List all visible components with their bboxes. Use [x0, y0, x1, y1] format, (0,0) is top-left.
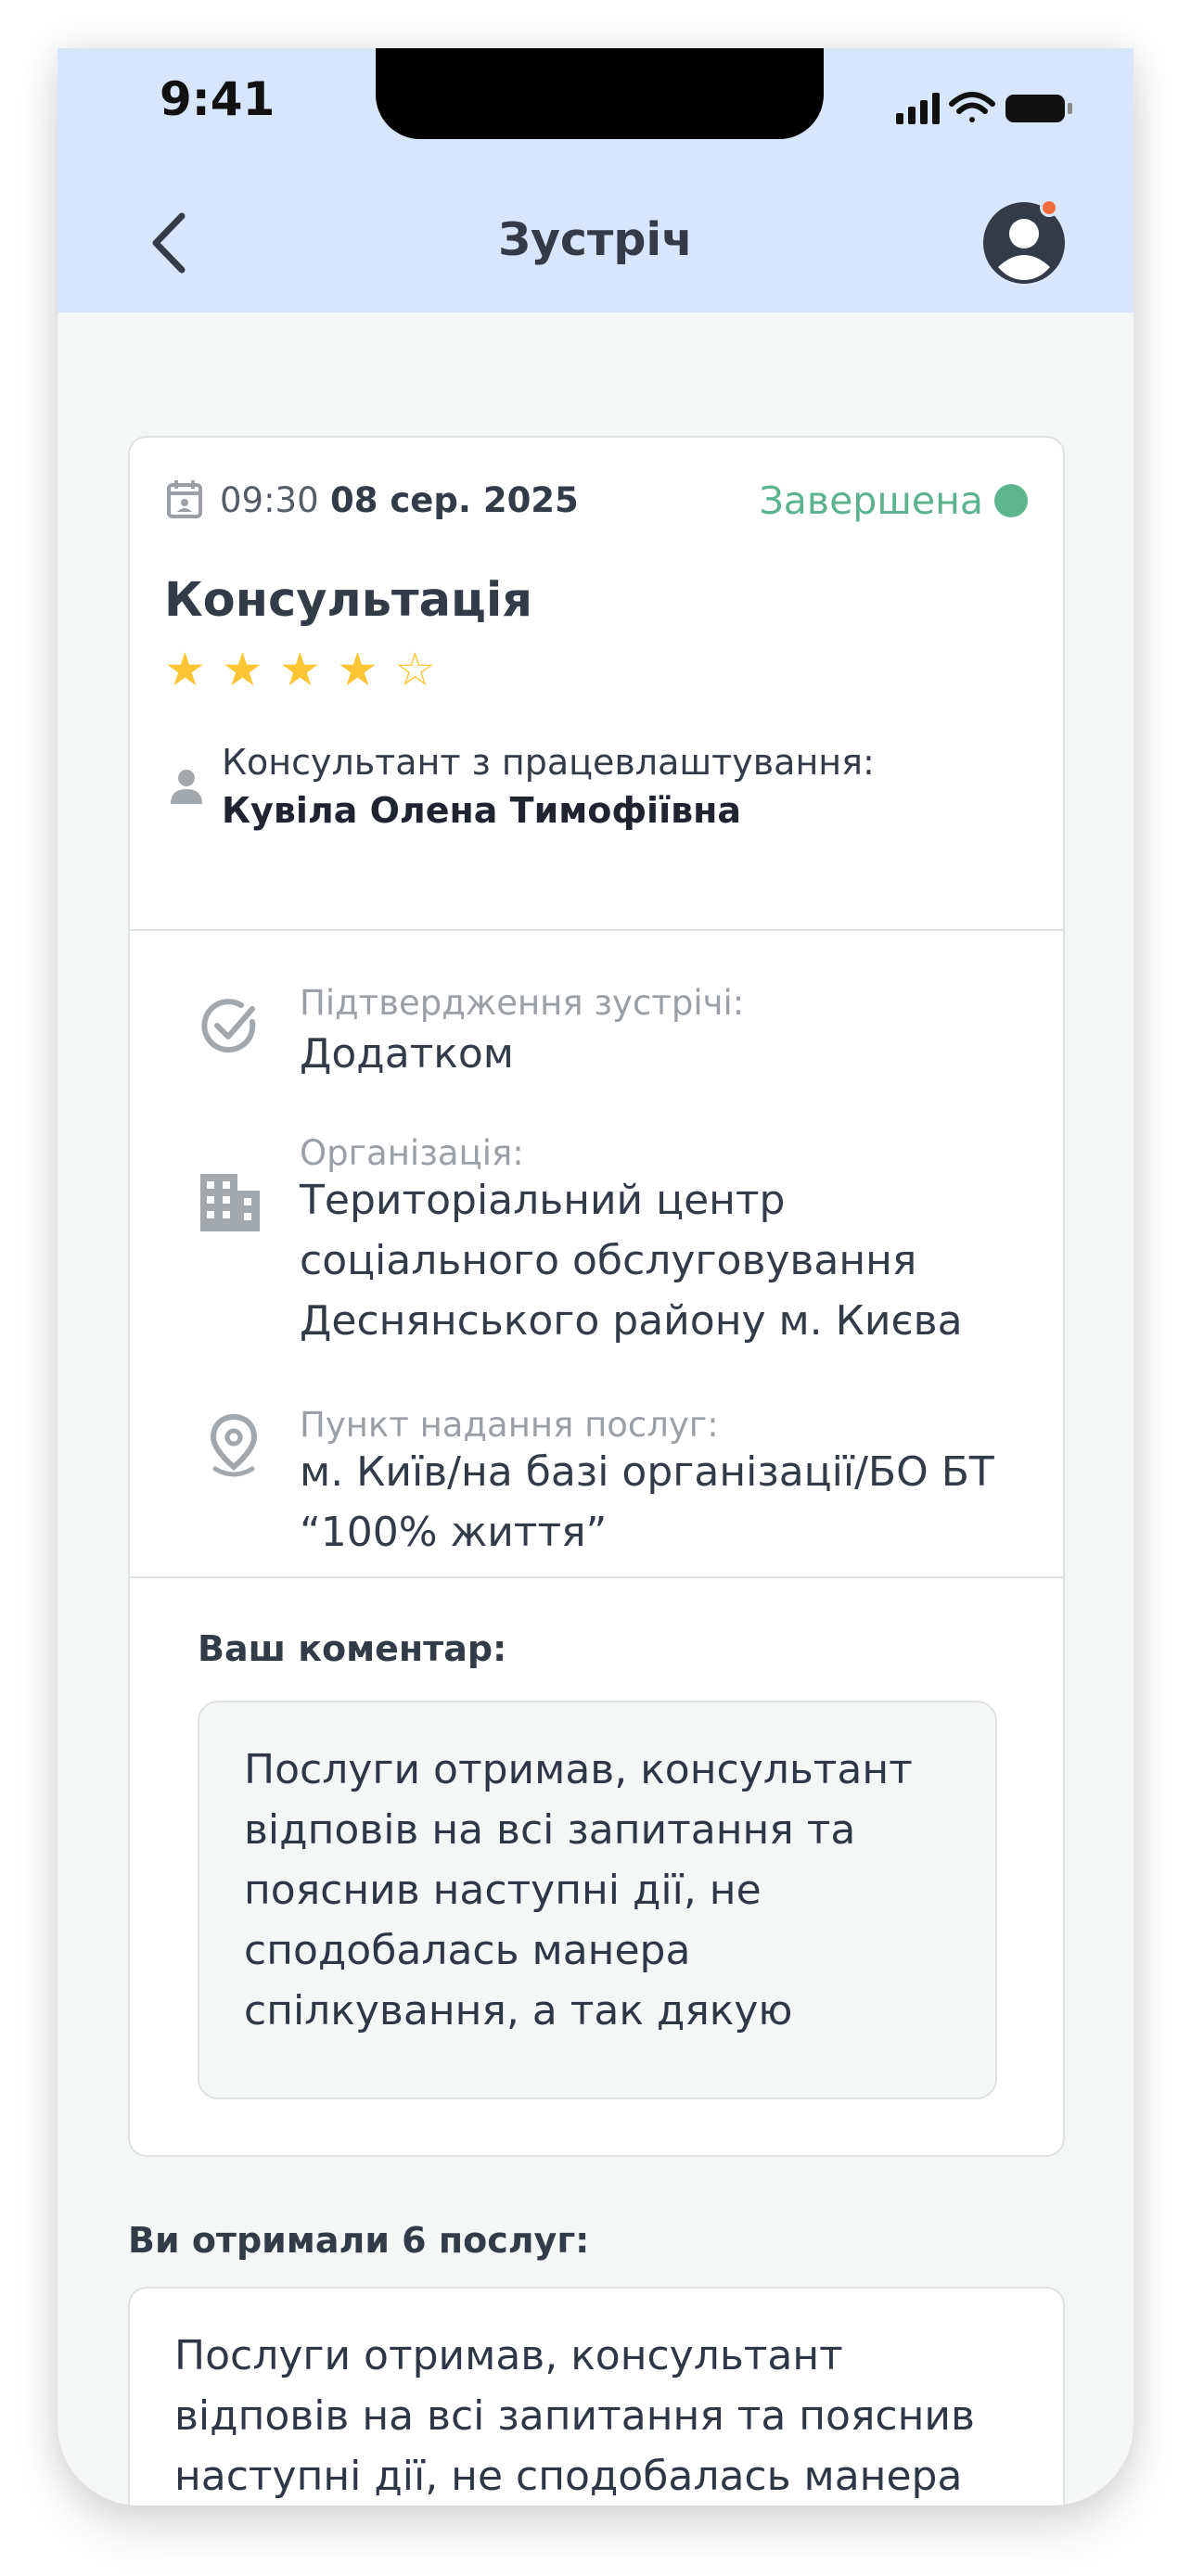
star-filled-icon[interactable]: ★ — [279, 644, 337, 695]
meeting-card: 09:30 08 сер. 2025 Завершена Консультаці… — [128, 436, 1065, 2157]
consultant-role: Консультант з працевлаштування: — [222, 742, 875, 783]
star-empty-icon[interactable]: ☆ — [394, 644, 452, 695]
cellular-signal-icon — [896, 93, 940, 124]
status-indicator-dot — [994, 484, 1028, 517]
person-icon — [171, 770, 202, 804]
page-title: Зустріч — [498, 213, 693, 266]
status-bar-icons — [896, 92, 1072, 124]
organization-value: Територіальний центр соціального обслуго… — [300, 1177, 963, 1345]
star-filled-icon[interactable]: ★ — [337, 644, 394, 695]
service-point-value: м. Київ/на базі організації/БО БТ “100% … — [300, 1448, 994, 1556]
check-circle-icon — [201, 999, 256, 1053]
confirmation-label: Підтвердження зустрічі: — [300, 983, 745, 1023]
building-icon — [200, 1174, 260, 1231]
service-point-label: Пункт надання послуг: — [300, 1405, 719, 1445]
services-card: Послуги отримав, консультант відповів на… — [128, 2287, 1065, 2506]
notification-badge — [1040, 198, 1058, 217]
calendar-icon — [167, 480, 202, 518]
organization-label: Організація: — [300, 1133, 524, 1173]
wifi-icon — [949, 92, 995, 122]
consultant-name: Кувіла Олена Тимофіївна — [222, 790, 742, 831]
divider — [130, 929, 1063, 931]
star-filled-icon[interactable]: ★ — [222, 644, 279, 695]
location-pin-icon — [210, 1413, 258, 1477]
meeting-time: 09:30 — [220, 480, 319, 520]
comment-box[interactable]: Послуги отримав, консультант відповів на… — [198, 1701, 997, 2099]
status-bar-time: 9:41 — [160, 72, 275, 126]
status-label: Завершена — [759, 478, 984, 523]
services-count-label: Ви отримали 6 послуг: — [128, 2220, 590, 2261]
confirmation-value: Додатком — [300, 1030, 514, 1078]
service-title: Консультація — [164, 573, 533, 628]
phone-screen: 9:41 Зустріч 09:30 08 сер. 2025 Завершен… — [58, 48, 1133, 2506]
app-header: 9:41 Зустріч — [58, 48, 1133, 312]
battery-icon — [1005, 95, 1072, 122]
divider — [130, 1576, 1063, 1578]
rating-stars[interactable]: ★ ★ ★ ★ ☆ — [164, 644, 452, 695]
star-filled-icon[interactable]: ★ — [164, 644, 222, 695]
meeting-date: 08 сер. 2025 — [330, 480, 579, 520]
comment-label: Ваш коментар: — [198, 1628, 507, 1669]
device-notch — [376, 48, 824, 139]
